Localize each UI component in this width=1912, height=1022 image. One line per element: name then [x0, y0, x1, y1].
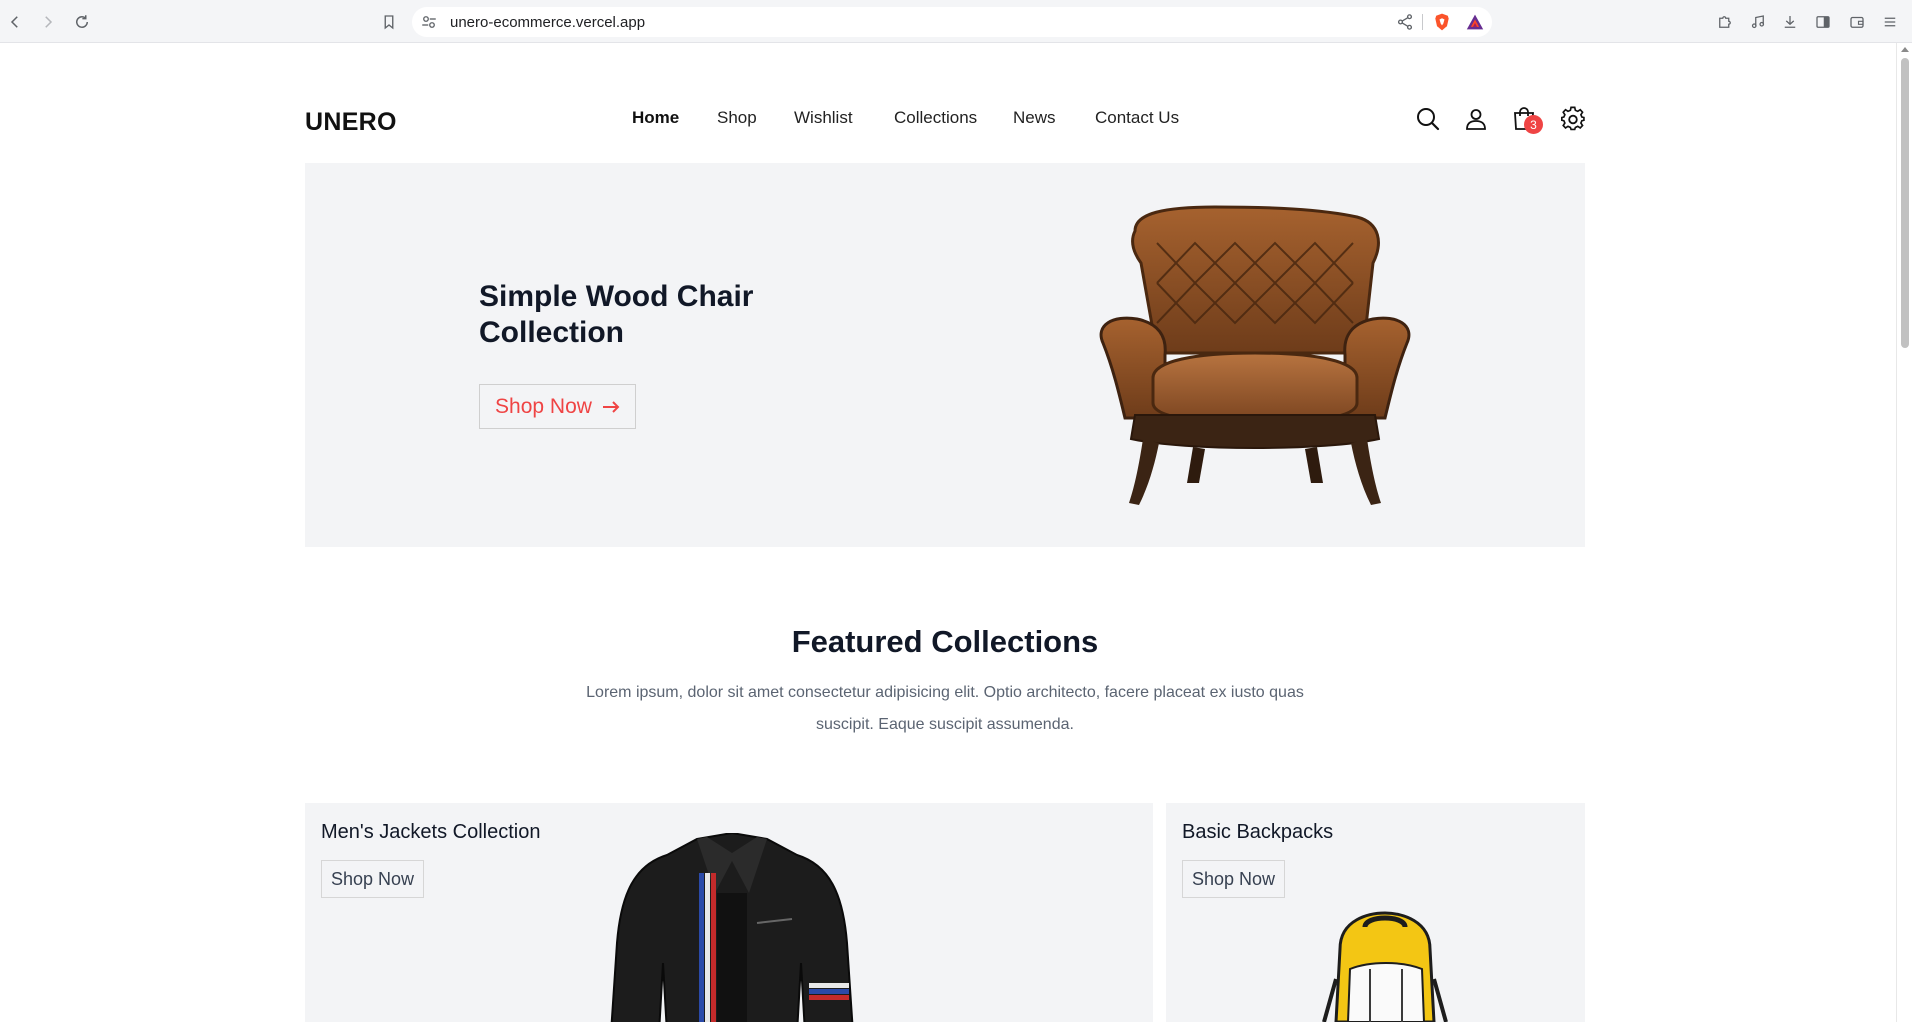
nav-shop[interactable]: Shop [717, 108, 757, 128]
url-text[interactable]: unero-ecommerce.vercel.app [450, 14, 645, 31]
divider [1422, 14, 1423, 30]
hero-title: Simple Wood Chair Collection [479, 280, 754, 349]
collection-card-jackets[interactable]: Men's Jackets Collection Shop Now [305, 803, 1153, 1022]
card-shop-now-button[interactable]: Shop Now [321, 860, 425, 898]
extensions-button[interactable] [1712, 9, 1738, 35]
gear-icon [1561, 106, 1585, 131]
jacket-image [610, 833, 854, 1022]
user-icon [1466, 109, 1486, 130]
music-note-icon [1751, 15, 1765, 29]
card-shop-now-button[interactable]: Shop Now [1182, 860, 1286, 898]
scroll-up-icon[interactable] [1901, 47, 1909, 52]
arrow-right-icon [602, 400, 620, 413]
menu-button[interactable] [1877, 9, 1903, 35]
forward-button[interactable] [35, 9, 61, 35]
page-scrollbar[interactable] [1896, 43, 1912, 1022]
bookmark-icon [384, 15, 394, 30]
search-icon [1417, 108, 1440, 131]
account-button[interactable] [1463, 106, 1489, 132]
site-settings-icon[interactable] [420, 13, 438, 31]
sidebar-icon [1816, 16, 1830, 28]
reload-icon [76, 15, 88, 28]
featured-collections-description: Lorem ipsum, dolor sit amet consectetur … [586, 684, 1304, 733]
puzzle-icon [1719, 16, 1731, 28]
downloads-button[interactable] [1777, 9, 1803, 35]
nav-collections[interactable]: Collections [894, 108, 977, 128]
back-button[interactable] [2, 9, 28, 35]
hero-button-label: Shop Now [495, 394, 592, 418]
media-button[interactable] [1745, 9, 1771, 35]
featured-collections-title: Featured Collections [791, 624, 1099, 659]
brave-shields-icon[interactable] [1432, 12, 1452, 32]
scrollbar-thumb[interactable] [1901, 58, 1909, 348]
forward-icon [45, 16, 53, 28]
cart-count-badge: 3 [1524, 115, 1543, 134]
rewards-icon[interactable] [1465, 13, 1485, 31]
card-title: Basic Backpacks [1182, 821, 1334, 843]
bookmark-button[interactable] [376, 9, 402, 35]
nav-home[interactable]: Home [632, 108, 679, 128]
browser-toolbar: unero-ecommerce.vercel.app [0, 0, 1912, 43]
site-logo[interactable]: UNERO [305, 108, 397, 137]
collection-card-backpacks[interactable]: Basic Backpacks Shop Now [1166, 803, 1585, 1022]
card-title: Men's Jackets Collection [321, 821, 541, 843]
nav-contact-us[interactable]: Contact Us [1095, 108, 1179, 128]
backpack-image [1322, 911, 1448, 1022]
download-icon [1784, 16, 1796, 28]
wallet-button[interactable] [1844, 9, 1870, 35]
hamburger-icon [1884, 17, 1896, 27]
wallet-icon [1850, 16, 1864, 28]
address-bar[interactable]: unero-ecommerce.vercel.app [412, 7, 1492, 37]
sidebar-button[interactable] [1810, 9, 1836, 35]
reload-button[interactable] [69, 9, 95, 35]
nav-wishlist[interactable]: Wishlist [794, 108, 853, 128]
nav-news[interactable]: News [1013, 108, 1056, 128]
chair-image [1099, 205, 1411, 505]
hero-shop-now-button[interactable]: Shop Now [479, 384, 636, 429]
back-icon [10, 16, 18, 28]
share-icon[interactable] [1396, 13, 1414, 31]
settings-button[interactable] [1560, 106, 1586, 132]
search-button[interactable] [1415, 106, 1441, 132]
hero-banner: Simple Wood Chair Collection Shop Now [305, 163, 1585, 547]
